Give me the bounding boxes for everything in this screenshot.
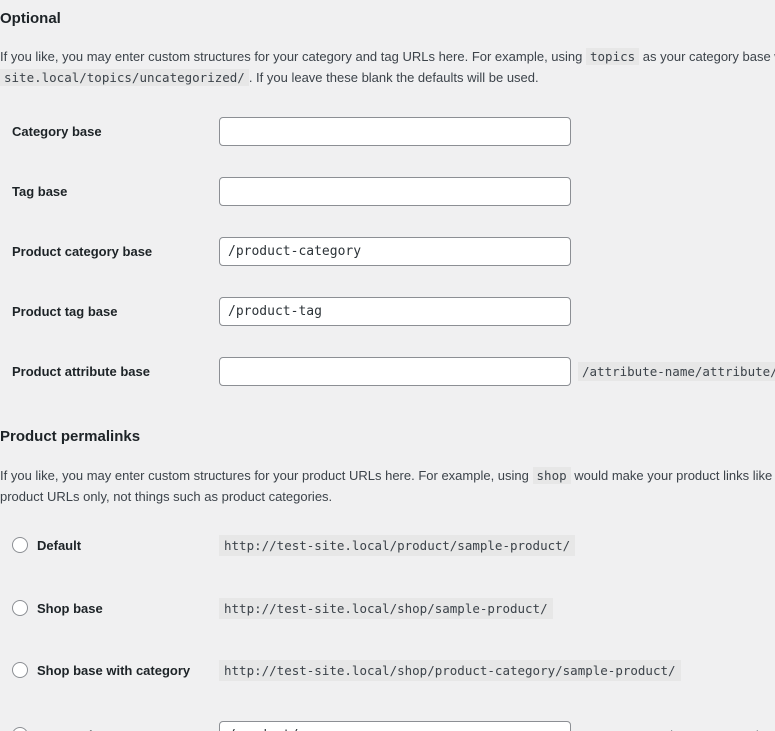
label-category-base: Category base bbox=[0, 124, 219, 139]
option-label-cell-default[interactable]: Default bbox=[0, 537, 219, 553]
option-label-shop-base-with-category: Shop base with category bbox=[37, 663, 190, 678]
row-product-attribute-base: Product attribute base /attribute-name/a… bbox=[0, 357, 775, 386]
input-tag-base[interactable] bbox=[219, 177, 571, 206]
input-product-category-base[interactable] bbox=[219, 237, 571, 266]
option-label-cell-shop-base[interactable]: Shop base bbox=[0, 600, 219, 616]
product-permalinks-description: If you like, you may enter custom struct… bbox=[0, 465, 775, 507]
optional-description-part2: as your category base would make your ca… bbox=[643, 49, 775, 64]
option-row-custom-base[interactable]: Custom base Enter a custom base to use. … bbox=[0, 721, 775, 731]
label-product-tag-base: Product tag base bbox=[0, 304, 219, 319]
option-row-shop-base-with-category[interactable]: Shop base with category http://test-site… bbox=[0, 660, 775, 681]
label-product-attribute-base: Product attribute base bbox=[0, 364, 219, 379]
label-tag-base: Tag base bbox=[0, 184, 219, 199]
optional-heading: Optional bbox=[0, 8, 775, 29]
input-category-base[interactable] bbox=[219, 117, 571, 146]
settings-content: Optional If you like, you may enter cust… bbox=[0, 0, 775, 731]
input-custom-base[interactable] bbox=[219, 721, 571, 731]
product-permalinks-section: Product permalinks If you like, you may … bbox=[0, 426, 775, 731]
radio-shop-base-with-category[interactable] bbox=[12, 662, 28, 678]
option-row-shop-base[interactable]: Shop base http://test-site.local/shop/sa… bbox=[0, 598, 775, 619]
input-product-attribute-base[interactable] bbox=[219, 357, 571, 386]
product-permalinks-description-part1: If you like, you may enter custom struct… bbox=[0, 468, 529, 483]
product-permalinks-description-code-shop: shop bbox=[533, 467, 571, 484]
optional-description: If you like, you may enter custom struct… bbox=[0, 46, 775, 89]
optional-description-part3: . If you leave these blank the defaults … bbox=[249, 70, 539, 85]
optional-description-part1: If you like, you may enter custom struct… bbox=[0, 49, 582, 64]
row-tag-base: Tag base bbox=[0, 177, 775, 206]
optional-section: Optional If you like, you may enter cust… bbox=[0, 0, 775, 386]
option-row-default[interactable]: Default http://test-site.local/product/s… bbox=[0, 535, 775, 556]
radio-shop-base[interactable] bbox=[12, 600, 28, 616]
option-label-cell-shop-base-with-category[interactable]: Shop base with category bbox=[0, 662, 219, 678]
option-url-shop-base: http://test-site.local/shop/sample-produ… bbox=[219, 598, 553, 619]
radio-custom-base[interactable] bbox=[12, 727, 28, 731]
row-product-category-base: Product category base bbox=[0, 237, 775, 266]
option-label-shop-base: Shop base bbox=[37, 601, 103, 616]
input-product-tag-base[interactable] bbox=[219, 297, 571, 326]
radio-default[interactable] bbox=[12, 537, 28, 553]
option-url-shop-base-with-category: http://test-site.local/shop/product-cate… bbox=[219, 660, 681, 681]
suffix-product-attribute-base: /attribute-name/attribute/ bbox=[578, 362, 775, 381]
optional-description-code-example-url: site.local/topics/uncategorized/ bbox=[0, 69, 249, 86]
optional-description-code-topics: topics bbox=[586, 48, 639, 65]
option-label-cell-custom-base[interactable]: Custom base bbox=[0, 727, 219, 731]
product-permalinks-heading: Product permalinks bbox=[0, 426, 775, 447]
row-category-base: Category base bbox=[0, 117, 775, 146]
row-product-tag-base: Product tag base bbox=[0, 297, 775, 326]
option-label-default: Default bbox=[37, 538, 81, 553]
permalink-settings-page: Optional If you like, you may enter cust… bbox=[0, 0, 775, 731]
option-url-default: http://test-site.local/product/sample-pr… bbox=[219, 535, 575, 556]
label-product-category-base: Product category base bbox=[0, 244, 219, 259]
